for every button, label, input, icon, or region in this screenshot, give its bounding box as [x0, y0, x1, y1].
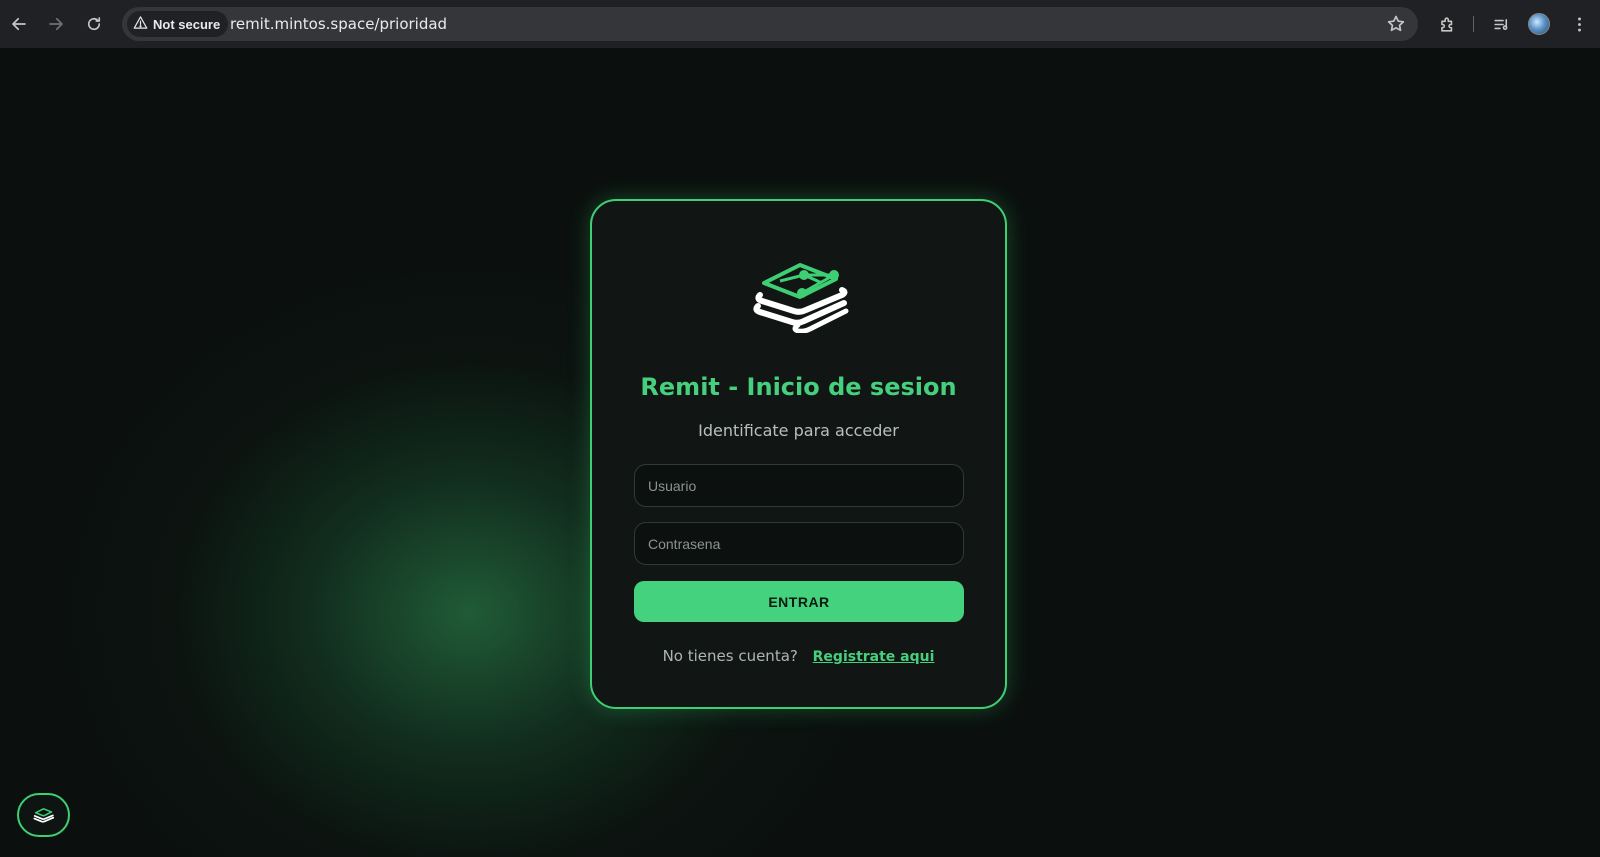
login-card: Remit - Inicio de sesion Identificate pa…: [590, 199, 1007, 709]
back-icon[interactable]: [8, 13, 30, 35]
media-icon[interactable]: [1490, 13, 1512, 35]
extensions-icon[interactable]: [1436, 13, 1458, 35]
url-text[interactable]: remit.mintos.space/prioridad: [230, 15, 447, 33]
submit-button[interactable]: ENTRAR: [634, 581, 964, 622]
forward-icon[interactable]: [45, 13, 67, 35]
password-input[interactable]: [635, 523, 963, 564]
toolbar-divider: [1473, 16, 1474, 32]
warning-icon: [133, 15, 148, 33]
browser-toolbar: Not secure remit.mintos.space/prioridad: [0, 0, 1600, 48]
password-field[interactable]: [634, 522, 964, 565]
profile-avatar[interactable]: [1528, 13, 1550, 35]
username-input[interactable]: [635, 465, 963, 506]
register-row: No tienes cuenta? Registrate aqui: [592, 647, 1005, 665]
star-icon[interactable]: [1386, 14, 1406, 34]
register-link[interactable]: Registrate aqui: [813, 649, 935, 665]
remit-logo-small-icon: [32, 808, 54, 823]
address-bar[interactable]: Not secure remit.mintos.space/prioridad: [122, 7, 1418, 41]
page-background: Remit - Inicio de sesion Identificate pa…: [0, 48, 1600, 857]
register-prompt: No tienes cuenta?: [662, 647, 798, 665]
login-subtitle: Identificate para acceder: [698, 421, 899, 440]
remit-logo-icon: [752, 253, 852, 334]
floating-logo-button[interactable]: [17, 793, 70, 837]
login-title: Remit - Inicio de sesion: [640, 373, 957, 401]
menu-icon[interactable]: [1568, 13, 1590, 35]
security-chip[interactable]: Not secure: [127, 11, 229, 37]
reload-icon[interactable]: [83, 13, 105, 35]
username-field[interactable]: [634, 464, 964, 507]
security-label: Not secure: [153, 16, 221, 32]
